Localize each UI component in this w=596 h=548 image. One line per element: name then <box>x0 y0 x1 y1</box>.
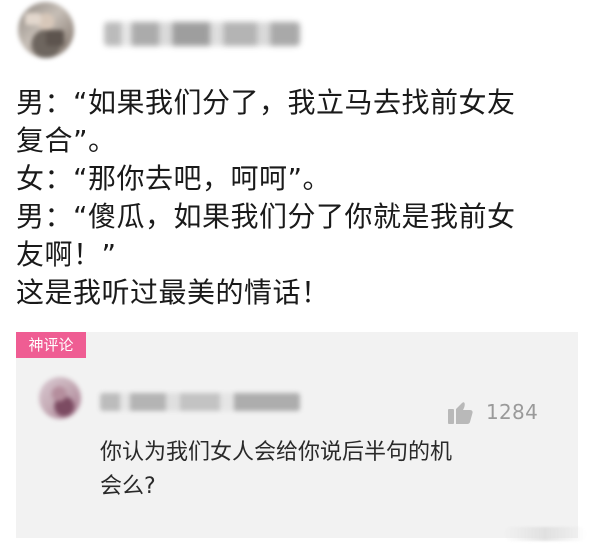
featured-comment: 神评论 1284 你认为我们女人会给你说后半句的机 会么? <box>16 332 578 538</box>
post-text-line: 女：“那你去吧，呵呵”。 <box>16 162 332 195</box>
post-header <box>0 0 596 76</box>
post-text-line: 男：“傻瓜，如果我们分了你就是我前女 <box>16 200 516 233</box>
like-button[interactable]: 1284 <box>446 396 538 428</box>
post-text-line: 男：“如果我们分了，我立马去找前女友 <box>16 86 516 119</box>
comment-avatar[interactable] <box>39 377 81 419</box>
comment-username-redacted[interactable] <box>100 393 300 411</box>
featured-comment-badge: 神评论 <box>16 332 86 358</box>
thumbs-up-icon[interactable] <box>446 397 476 427</box>
comment-text-line: 你认为我们女人会给你说后半句的机 <box>100 440 453 465</box>
post-text-line: 复合”。 <box>16 124 117 157</box>
post-text-line: 友啊！” <box>16 238 117 271</box>
post-content: 男：“如果我们分了，我立马去找前女友 复合”。 女：“那你去吧，呵呵”。 男：“… <box>16 84 576 312</box>
post-avatar[interactable] <box>18 2 74 58</box>
comment-text-line: 会么? <box>100 474 156 499</box>
comment-content: 你认为我们女人会给你说后半句的机 会么? <box>100 436 550 504</box>
watermark <box>504 527 586 541</box>
post-text-line: 这是我听过最美的情话！ <box>16 276 330 309</box>
post-username-redacted[interactable] <box>104 22 300 46</box>
like-count: 1284 <box>486 400 539 424</box>
